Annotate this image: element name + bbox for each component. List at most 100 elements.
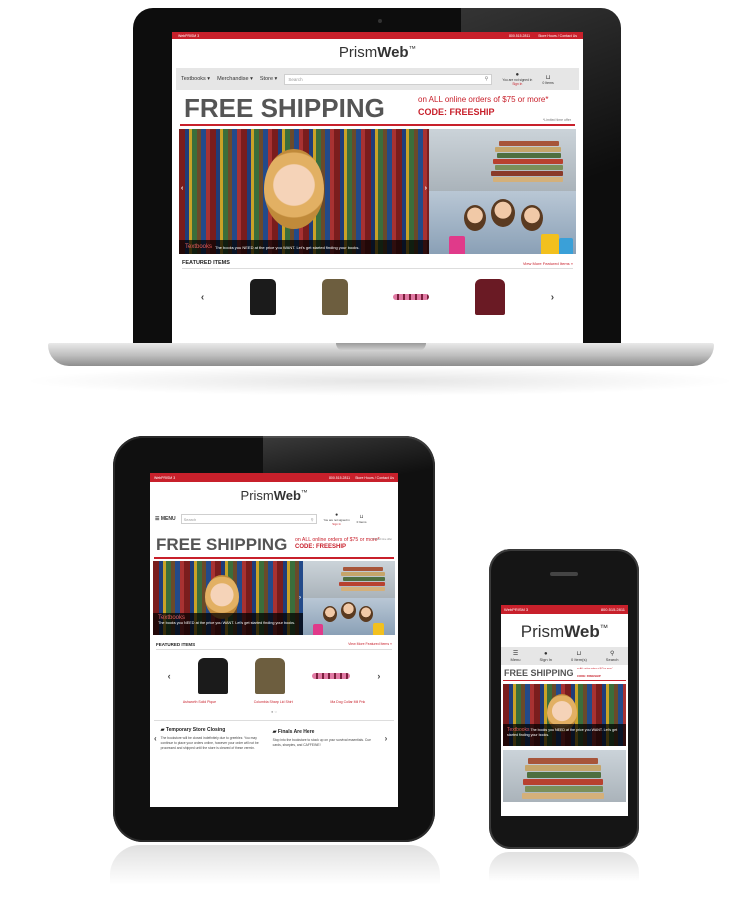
news-section: ‹ ▰ Temporary Store Closing The bookstor…	[154, 719, 394, 751]
nav-store[interactable]: Store ▾	[260, 76, 277, 82]
carousel-dots[interactable]: ● ○	[150, 709, 398, 714]
account-link[interactable]: ● You are not signed in Sign In	[322, 512, 352, 526]
promo-code: CODE: FREESHIP	[418, 107, 495, 117]
search-input[interactable]: Search ⚲	[180, 514, 317, 524]
hero-caption: Textbooks The books you NEED at the pric…	[503, 724, 626, 746]
sign-in-button[interactable]: ● Sign In	[540, 651, 552, 662]
hero-carousel[interactable]: › Textbooks The books you NEED at the pr…	[153, 560, 395, 635]
shopping-girls-image[interactable]	[303, 597, 395, 635]
product-names: Ashworth Solid Pique Columbia Sharp Lid …	[164, 700, 384, 704]
books-stack-image[interactable]	[503, 750, 626, 802]
promo-footnote: *Limited time offer	[371, 538, 392, 541]
topbar-brand[interactable]: WebPRISM 3	[504, 607, 528, 612]
cart-icon: ⊔	[545, 74, 551, 81]
menu-button[interactable]: ☰ MENU	[155, 516, 176, 522]
search-icon[interactable]: ⚲	[485, 76, 489, 82]
laptop-shadow	[20, 366, 740, 396]
chevron-left-icon[interactable]: ‹	[168, 671, 171, 681]
product-name[interactable]: Columbia Sharp Lid Shirt	[254, 700, 293, 704]
hero-carousel[interactable]: ‹ › Textbooks The books you NEED at the …	[179, 129, 576, 254]
chevron-right-icon[interactable]: ›	[551, 292, 554, 303]
shopping-girls-image[interactable]	[429, 191, 576, 254]
product-polo-black[interactable]	[197, 657, 228, 694]
nav-merchandise[interactable]: Merchandise ▾	[217, 76, 253, 82]
student-photo	[264, 149, 324, 229]
site-logo[interactable]: PrismWeb™	[150, 488, 398, 505]
chevron-down-icon: ▾	[207, 76, 211, 82]
search-icon[interactable]: ⚲	[311, 517, 314, 522]
cart-link[interactable]: ⊔ 0 Items	[542, 74, 553, 85]
search-button[interactable]: ⚲ Search	[606, 650, 619, 662]
promo-headline: FREE SHIPPING	[184, 93, 385, 123]
hero-textbooks-image[interactable]: ‹ › Textbooks The books you NEED at the …	[179, 129, 429, 254]
menu-icon: ☰	[512, 651, 519, 657]
account-link[interactable]: ● You are not signed in Sign In	[499, 72, 535, 86]
menu-button[interactable]: ☰ Menu	[511, 650, 521, 662]
promo-code: CODE: FREESHIP	[295, 544, 347, 550]
cart-link[interactable]: ⊔ 0 Items	[357, 514, 367, 524]
promo-banner[interactable]: FREE SHIPPING on ALL online orders of $7…	[180, 90, 575, 124]
product-polo-black[interactable]	[249, 279, 276, 315]
promo-line: on ALL online orders of $75 or more*	[577, 668, 613, 670]
hero-textbooks-image[interactable]: Textbooks The books you NEED at the pric…	[503, 684, 626, 746]
chevron-down-icon: ▾	[250, 76, 253, 82]
books-stack-image[interactable]	[303, 560, 395, 598]
chevron-left-icon[interactable]: ‹	[181, 185, 183, 192]
topbar-brand[interactable]: WebPRISM 3	[154, 476, 175, 480]
promo-banner[interactable]: FREE SHIPPING on ALL online orders of $7…	[503, 667, 626, 680]
nav-textbooks[interactable]: Textbooks ▾	[181, 76, 210, 82]
promo-line: on ALL online orders of $75 or more*	[418, 95, 549, 104]
search-input[interactable]: Search ⚲	[284, 73, 493, 85]
promo-footnote: *Limited time offer	[542, 118, 571, 122]
product-dog-collar[interactable]	[393, 294, 430, 300]
books-stack-image[interactable]	[429, 129, 576, 191]
featured-carousel: ‹ ›	[178, 269, 577, 325]
laptop-camera	[378, 19, 382, 23]
chevron-left-icon[interactable]: ‹	[154, 734, 157, 743]
product-shirt-olive[interactable]	[254, 657, 285, 694]
hero-caption: Textbooks The books you NEED at the pric…	[153, 612, 303, 635]
promo-headline: FREE SHIPPING	[156, 535, 288, 554]
main-nav: Textbooks ▾ Merchandise ▾ Store ▾ Search…	[176, 68, 579, 90]
chevron-right-icon[interactable]: ›	[425, 185, 427, 192]
featured-carousel: ‹ ›	[154, 654, 394, 698]
topbar-brand[interactable]: WebPRISM 3	[178, 34, 199, 38]
topbar-phone: 800.515.2811	[328, 475, 351, 480]
chevron-right-icon[interactable]: ›	[385, 734, 388, 743]
phone-topbar: WebPRISM 3 800.515.2811	[501, 605, 628, 614]
chevron-right-icon[interactable]: ›	[377, 671, 380, 681]
product-sweater-maroon[interactable]	[475, 279, 506, 315]
tablet-nav: ☰ MENU Search ⚲ ● You are not signed in …	[155, 510, 393, 528]
product-name[interactable]: Ma Dog Collar Mil Pnk	[330, 700, 365, 704]
site-logo[interactable]: PrismWeb™	[501, 622, 628, 644]
search-icon: ⚲	[609, 651, 615, 657]
view-more-link[interactable]: View More Featured Items »	[348, 642, 392, 646]
site-logo[interactable]: PrismWeb™	[172, 44, 583, 64]
cart-button[interactable]: ⊔ 0 Item(s)	[571, 650, 587, 662]
promo-banner[interactable]: FREE SHIPPING on ALL online orders of $7…	[154, 533, 394, 557]
product-shirt-olive[interactable]	[321, 279, 348, 315]
phone-speaker	[550, 572, 578, 576]
hero-textbooks-image[interactable]: › Textbooks The books you NEED at the pr…	[153, 560, 303, 635]
featured-header: FEATURED ITEMS View More Featured Items …	[182, 258, 573, 269]
chevron-left-icon[interactable]: ‹	[201, 292, 204, 303]
view-more-link[interactable]: View More Featured Items »	[523, 261, 573, 266]
laptop-notch	[336, 343, 426, 351]
topbar-links[interactable]: Store Hours / Contact Us	[355, 476, 394, 480]
comment-icon: ▰	[160, 726, 165, 733]
laptop-topbar: WebPRISM 3 800.515.2811 Store Hours / Co…	[172, 32, 583, 39]
product-name[interactable]: Ashworth Solid Pique	[183, 700, 216, 704]
promo-divider	[180, 124, 575, 126]
phone-screen: WebPRISM 3 800.515.2811 PrismWeb™ ☰ Menu …	[501, 605, 628, 816]
chevron-right-icon[interactable]: ›	[299, 595, 301, 601]
chevron-down-icon: ▾	[274, 76, 278, 82]
phone-nav: ☰ Menu ● Sign In ⊔ 0 Item(s) ⚲ Search	[501, 647, 628, 665]
promo-code: CODE: FREESHIP	[577, 674, 601, 678]
news-item[interactable]: ▰ Finals Are Here Stop into the bookstor…	[273, 729, 381, 748]
news-item[interactable]: ▰ Temporary Store Closing The bookstore …	[161, 727, 269, 751]
topbar-links[interactable]: Store Hours / Contact Us	[538, 34, 577, 38]
product-dog-collar[interactable]	[312, 672, 351, 679]
promo-divider	[154, 557, 394, 559]
comment-icon: ▰	[272, 729, 277, 735]
topbar-phone: 800.515.2811	[600, 607, 625, 612]
